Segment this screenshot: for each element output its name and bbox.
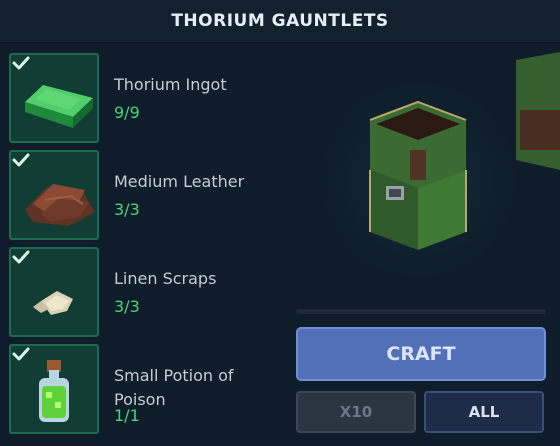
ingredient-count: 3/3 [114, 200, 140, 219]
craft-progress-bar [296, 309, 546, 314]
ingredient-name: Thorium Ingot [114, 75, 227, 94]
item-preview[interactable] [300, 50, 560, 300]
ingredient-slot[interactable] [9, 344, 99, 434]
recipe-title: THORIUM GAUNTLETS [0, 0, 560, 42]
check-icon [12, 153, 30, 167]
craft-button[interactable]: CRAFT [296, 327, 546, 381]
ingredient-name: Medium Leather [114, 172, 245, 191]
check-icon [12, 347, 30, 361]
check-icon [12, 56, 30, 70]
ingredient-slot[interactable] [9, 53, 99, 143]
craft-all-button[interactable]: ALL [424, 391, 544, 433]
ingredient-row[interactable]: Thorium Ingot 9/9 [0, 43, 290, 143]
ingredient-name: Linen Scraps [114, 269, 217, 288]
craft-x10-button[interactable]: X10 [296, 391, 416, 433]
thorium-gauntlets-model-icon [308, 52, 560, 290]
ingredient-count: 1/1 [114, 406, 140, 425]
ingredient-slot[interactable] [9, 150, 99, 240]
ingredient-slot[interactable] [9, 247, 99, 337]
ingredient-row[interactable]: Small Potion of Poison 1/1 [0, 334, 290, 434]
ingredient-row[interactable]: Linen Scraps 3/3 [0, 237, 290, 337]
check-icon [12, 250, 30, 264]
ingredient-count: 9/9 [114, 103, 140, 122]
ingredient-name: Small Potion of Poison [114, 366, 234, 409]
ingredient-list: Thorium Ingot 9/9 Medium Leather 3/3 Lin… [0, 43, 290, 446]
ingredient-row[interactable]: Medium Leather 3/3 [0, 140, 290, 240]
ingredient-count: 3/3 [114, 297, 140, 316]
